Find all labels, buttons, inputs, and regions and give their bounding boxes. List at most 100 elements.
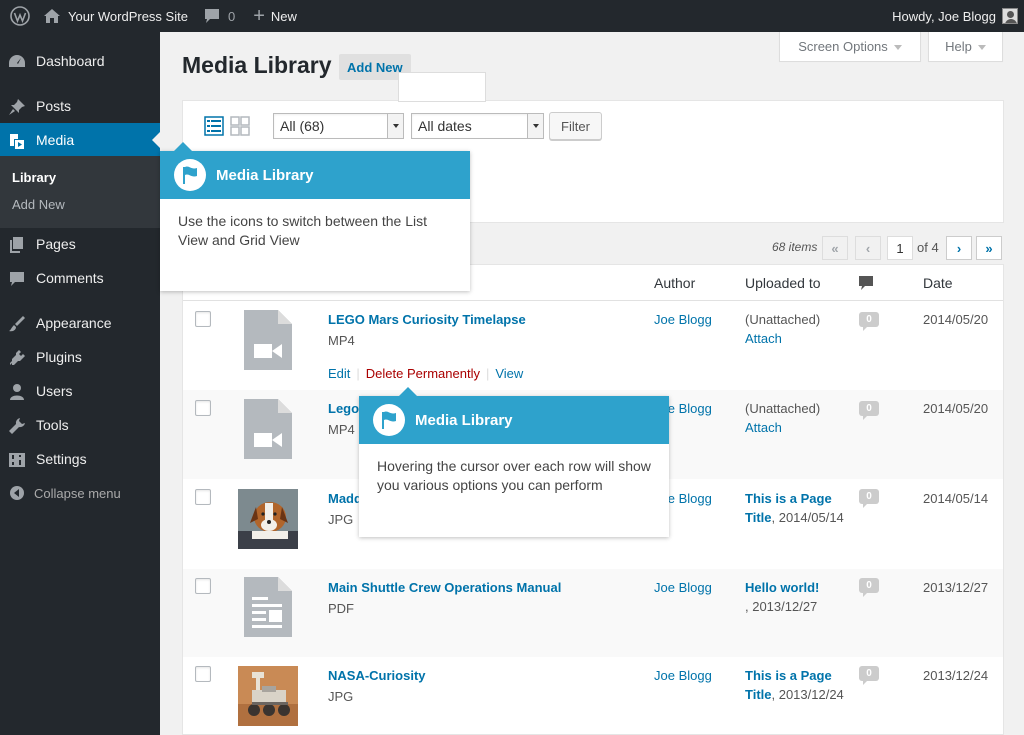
row-checkbox[interactable] [195,578,211,594]
collapse-label: Collapse menu [34,485,121,501]
column-date[interactable]: Date [923,275,953,291]
dog-photo-thumbnail [238,489,298,549]
menu-label: Pages [36,236,76,252]
menu-label: Settings [36,451,87,467]
comments-link[interactable]: 0 [196,0,243,32]
video-file-icon [238,310,298,370]
site-name-label: Your WordPress Site [68,8,188,24]
comment-count-bubble[interactable]: 0 [859,489,879,508]
comment-count-bubble[interactable]: 0 [859,312,879,331]
pin-icon [8,98,26,116]
screen-options-button[interactable]: Screen Options [779,32,921,62]
next-page-button[interactable]: › [946,236,972,260]
help-button[interactable]: Help [928,32,1003,62]
tooltip-title: Media Library [415,411,513,429]
table-row[interactable]: LEGO Mars Curiosity Timelapse MP4 Edit |… [183,302,1003,389]
list-view-icon[interactable] [204,116,224,136]
users-icon [8,383,26,401]
menu-item-posts[interactable]: Posts [0,89,160,123]
flag-icon [373,404,405,436]
search-input[interactable] [398,72,486,102]
comments-icon [8,270,26,288]
uploaded-to: This is a Page Title, 2014/05/14 [745,489,865,527]
menu-item-users[interactable]: Users [0,374,160,408]
new-content-link[interactable]: + New [243,0,305,32]
attach-link[interactable]: Attach [745,420,782,435]
mars-rover-thumbnail [238,666,298,726]
grid-view-icon[interactable] [230,116,250,136]
site-name-link[interactable]: Your WordPress Site [38,0,196,32]
menu-item-dashboard[interactable]: Dashboard [0,44,160,78]
author-link[interactable]: Joe Blogg [654,668,712,683]
menu-item-pages[interactable]: Pages [0,227,160,261]
uploaded-to: (Unattached) Attach [745,310,865,348]
author-link[interactable]: Joe Blogg [654,312,712,327]
media-title-link[interactable]: LEGO Mars Curiosity Timelapse [328,312,526,327]
table-row[interactable]: Main Shuttle Crew Operations Manual PDF … [183,569,1003,657]
media-type-select[interactable]: All (68) [273,113,404,139]
upload-date: 2013/12/24 [923,668,989,683]
my-account-link[interactable]: Howdy, Joe Blogg [892,0,1024,32]
row-actions: Edit | Delete Permanently | View [328,366,523,381]
attach-link[interactable]: Attach [745,331,782,346]
items-count: 68 items [772,240,818,254]
upload-date: 2013/12/27 [923,580,989,595]
prev-page-button[interactable]: ‹ [855,236,881,260]
total-pages: of 4 [917,240,939,255]
submenu-item-library[interactable]: Library [12,170,56,185]
media-submenu: Library Add New [0,156,160,228]
comment-icon [204,8,220,24]
row-checkbox[interactable] [195,311,211,327]
row-checkbox[interactable] [195,400,211,416]
menu-item-plugins[interactable]: Plugins [0,340,160,374]
unattached-label: (Unattached) [745,401,821,416]
wordpress-logo-icon[interactable] [0,0,38,32]
tooltip-body: Use the icons to switch between the List… [178,213,428,248]
separator: | [485,366,490,381]
filter-button[interactable]: Filter [549,112,602,140]
comment-count-bubble[interactable]: 0 [859,666,879,685]
uploaded-to: Hello world! , 2013/12/27 [745,578,865,616]
media-title-link[interactable]: Lego [328,401,359,416]
tooltip-body: Hovering the cursor over each row will s… [377,458,651,493]
edit-link[interactable]: Edit [328,366,350,381]
submenu-item-add-new[interactable]: Add New [12,197,65,212]
avatar [1002,8,1018,24]
author-link[interactable]: Joe Blogg [654,580,712,595]
column-author[interactable]: Author [654,275,695,291]
caret-down-icon [977,44,986,54]
first-page-button[interactable]: « [822,236,848,260]
menu-label: Media [36,132,75,148]
uploaded-to: This is a Page Title, 2013/12/24 [745,666,865,704]
view-switch-tooltip: Media Library Use the icons to switch be… [160,142,470,291]
comment-count-bubble[interactable]: 0 [859,578,879,597]
attached-post-link[interactable]: Hello world! [745,580,819,595]
tooltip-arrow [399,387,417,396]
row-checkbox[interactable] [195,489,211,505]
admin-bar: Your WordPress Site 0 + New Howdy, Joe B… [0,0,1024,32]
comment-count-bubble[interactable]: 0 [859,401,879,420]
media-title-link[interactable]: Main Shuttle Crew Operations Manual [328,580,561,595]
menu-item-comments[interactable]: Comments [0,261,160,295]
wrench-icon [8,417,26,435]
column-uploaded-to[interactable]: Uploaded to [745,275,821,291]
view-link[interactable]: View [495,366,523,381]
table-row[interactable]: NASA-Curiosity JPG Joe Blogg This is a P… [183,658,1003,734]
date-value: All dates [418,118,472,134]
date-select[interactable]: All dates [411,113,544,139]
media-title-link[interactable]: NASA-Curiosity [328,668,426,683]
media-title-link[interactable]: Madd [328,491,362,506]
last-page-button[interactable]: » [976,236,1002,260]
current-page-input[interactable]: 1 [887,236,913,260]
menu-item-media[interactable]: Media [0,123,160,157]
menu-item-tools[interactable]: Tools [0,408,160,442]
dropdown-arrow-icon [387,114,403,138]
menu-item-settings[interactable]: Settings [0,442,160,476]
delete-permanently-link[interactable]: Delete Permanently [366,366,480,381]
collapse-menu-button[interactable]: Collapse menu [0,476,160,510]
column-comments-icon[interactable] [859,276,873,295]
row-checkbox[interactable] [195,666,211,682]
menu-label: Plugins [36,349,82,365]
plus-icon: + [253,5,265,27]
menu-item-appearance[interactable]: Appearance [0,306,160,340]
